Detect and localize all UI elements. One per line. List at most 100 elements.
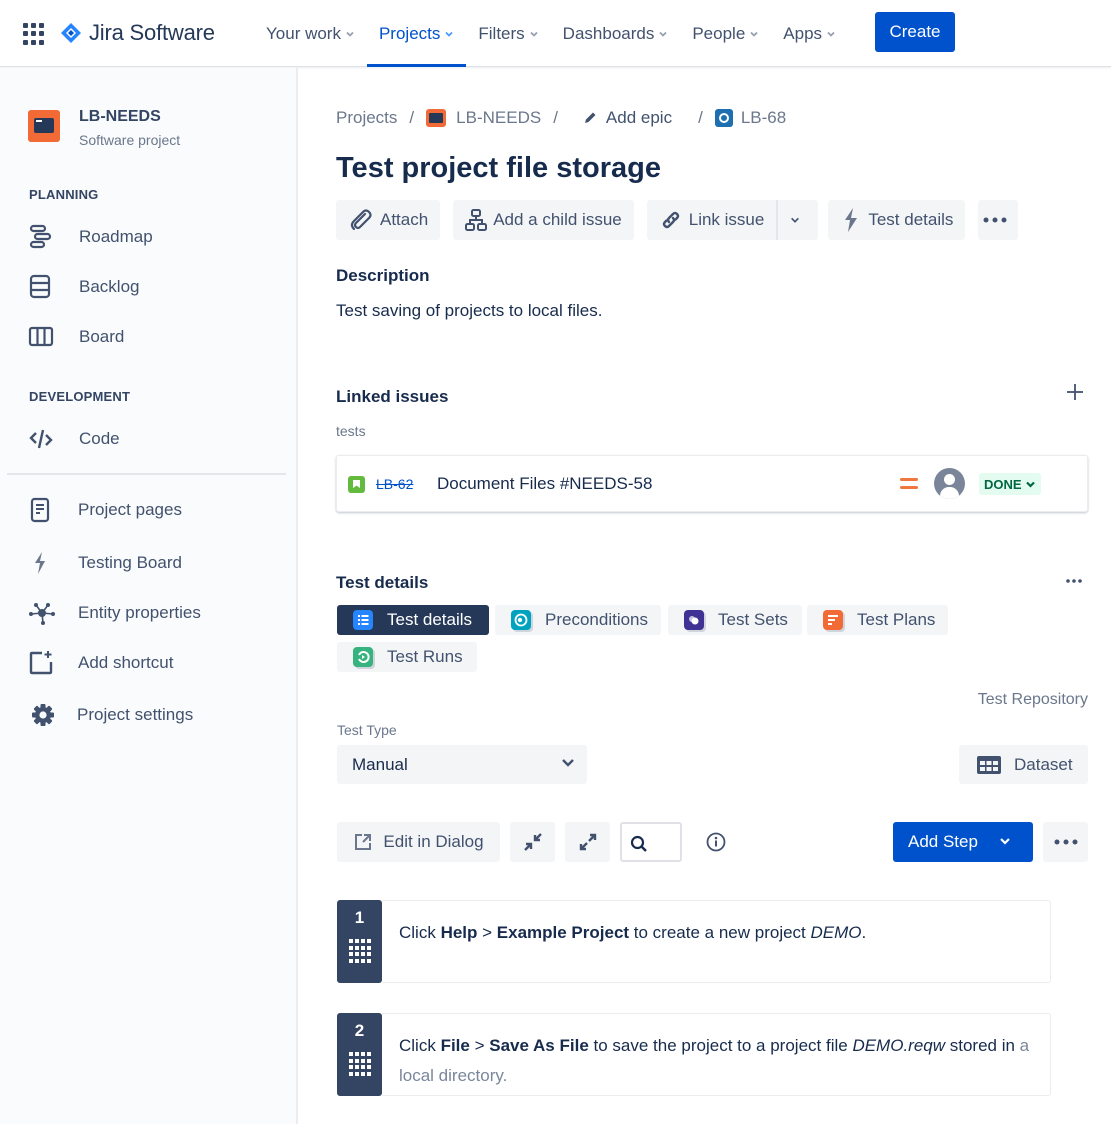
create-button[interactable]: Create [875,12,955,52]
breadcrumb-epic-label: Add epic [605,108,673,127]
link-issue-split-button: Link issue [646,200,819,240]
steps-more-button[interactable] [1043,822,1088,862]
linked-issue-key[interactable]: LB-62 [376,476,413,492]
step-text-fragment: . [861,923,867,942]
link-issue-button[interactable]: Link issue [646,200,777,240]
priority-medium-icon [900,478,918,490]
nav-label: Dashboards [562,23,655,43]
test-issue-type-icon [714,109,733,127]
sidebar-item-label: Add shortcut [78,653,174,672]
dataset-button[interactable]: Dataset [959,745,1088,784]
info-icon[interactable] [705,831,727,853]
test-step[interactable]: 1 Click Help > Example Project to create… [337,900,1051,983]
chevron-down-icon [791,217,800,223]
nav-projects[interactable]: Projects [366,0,467,67]
test-details-button[interactable]: Test details [828,200,966,240]
sidebar-item-roadmap[interactable]: Roadmap [28,217,278,257]
page-icon [28,497,58,523]
lightning-icon [845,208,858,232]
breadcrumb-issue[interactable]: LB-68 [714,108,786,128]
step-drag-handle[interactable]: 1 [337,900,382,983]
description-text[interactable]: Test saving of projects to local files. [336,301,602,321]
link-icon [662,211,679,229]
sidebar-item-code[interactable]: Code [28,419,278,459]
nav-people[interactable]: People [680,0,771,67]
nav-apps[interactable]: Apps [771,0,848,67]
linked-issue-summary: Document Files #NEEDS-58 [437,474,653,493]
sidebar-item-testing-board[interactable]: Testing Board [28,543,278,583]
tab-test-runs[interactable]: Test Runs [337,642,477,672]
breadcrumb-separator: / [553,108,558,127]
nav-dashboards[interactable]: Dashboards [551,0,681,67]
breadcrumb-separator: / [698,108,703,127]
story-issue-type-icon [348,476,365,493]
test-details-more-icon[interactable] [1064,573,1084,589]
sidebar-item-entity-properties[interactable]: Entity properties [28,593,278,633]
linked-issue-row[interactable]: LB-62 Document Files #NEEDS-58 DONE [336,455,1088,512]
top-navigation: Jira Software Your work Projects Filters… [0,0,1111,67]
add-step-label: Add Step [908,832,978,851]
project-header[interactable]: LB-NEEDS Software project [28,108,180,148]
sidebar-item-backlog[interactable]: Backlog [28,267,278,307]
test-details-heading: Test details [336,573,429,592]
description-heading: Description [336,266,430,285]
expand-all-button[interactable] [565,822,610,862]
sidebar-item-project-settings[interactable]: Project settings [28,695,278,735]
sidebar-item-add-shortcut[interactable]: Add shortcut [28,643,278,683]
project-avatar-icon [426,109,447,127]
link-issue-dropdown-button[interactable] [776,200,819,240]
step-action-text[interactable]: Click Help > Example Project to create a… [382,900,1051,983]
steps-search-input[interactable] [620,822,682,862]
table-grid-icon [977,755,1001,774]
collapse-all-button[interactable] [510,822,555,862]
assignee-avatar[interactable] [934,468,965,499]
jira-logo[interactable]: Jira Software [60,18,215,48]
more-dots-icon [983,217,1007,223]
nav-your-work[interactable]: Your work [254,0,367,67]
tab-test-plans[interactable]: Test Plans [807,605,948,635]
add-shortcut-icon [28,650,58,676]
tab-label: Test Runs [387,647,463,666]
attach-button[interactable]: Attach [336,200,441,240]
step-drag-handle[interactable]: 2 [337,1013,382,1096]
expand-arrows-icon [579,833,596,851]
more-actions-button[interactable] [978,200,1019,240]
breadcrumb-project[interactable]: LB-NEEDS [426,108,541,128]
step-text-fragment: Example Project [496,923,630,942]
gear-icon [28,702,58,728]
add-step-button[interactable]: Add Step [893,822,1033,862]
step-action-text[interactable]: Click File > Save As File to save the pr… [382,1013,1051,1096]
step-number: 2 [354,1021,365,1040]
step-text-fragment: File [440,1036,470,1055]
list-icon [353,610,373,630]
tab-preconditions[interactable]: Preconditions [495,605,661,635]
add-linked-issue-plus-icon[interactable] [1065,382,1085,402]
app-switcher-icon[interactable] [23,23,45,45]
breadcrumb-projects[interactable]: Projects [336,108,397,128]
step-number: 1 [354,908,365,927]
step-text-fragment: Click [399,923,441,942]
project-avatar [28,110,60,142]
link-issue-label: Link issue [688,210,765,229]
test-repository-link[interactable]: Test Repository [978,691,1088,709]
sidebar-item-project-pages[interactable]: Project pages [28,490,278,530]
edit-in-dialog-button[interactable]: Edit in Dialog [337,822,500,862]
tab-test-sets[interactable]: Test Sets [668,605,802,635]
breadcrumb-add-epic[interactable]: Add epic [582,108,672,128]
nav-filters[interactable]: Filters [466,0,550,67]
status-badge[interactable]: DONE [979,473,1041,495]
tab-test-details[interactable]: Test details [337,605,489,635]
test-set-icon [684,610,704,630]
test-step[interactable]: 2 Click File > Save As File to save the … [337,1013,1051,1096]
chevron-down-icon [346,31,354,37]
code-icon [28,426,58,452]
step-text-fragment: DEMO.reqw [852,1036,946,1055]
add-child-issue-button[interactable]: Add a child issue [453,200,634,240]
drag-grip-icon [349,939,371,963]
step-text-fragment: Help [440,923,478,942]
chevron-down-icon [827,31,835,37]
link-relation-label: tests [336,423,366,439]
issue-title[interactable]: Test project file storage [336,152,661,185]
sidebar-item-board[interactable]: Board [28,317,278,357]
test-type-select[interactable]: Manual [337,745,587,784]
